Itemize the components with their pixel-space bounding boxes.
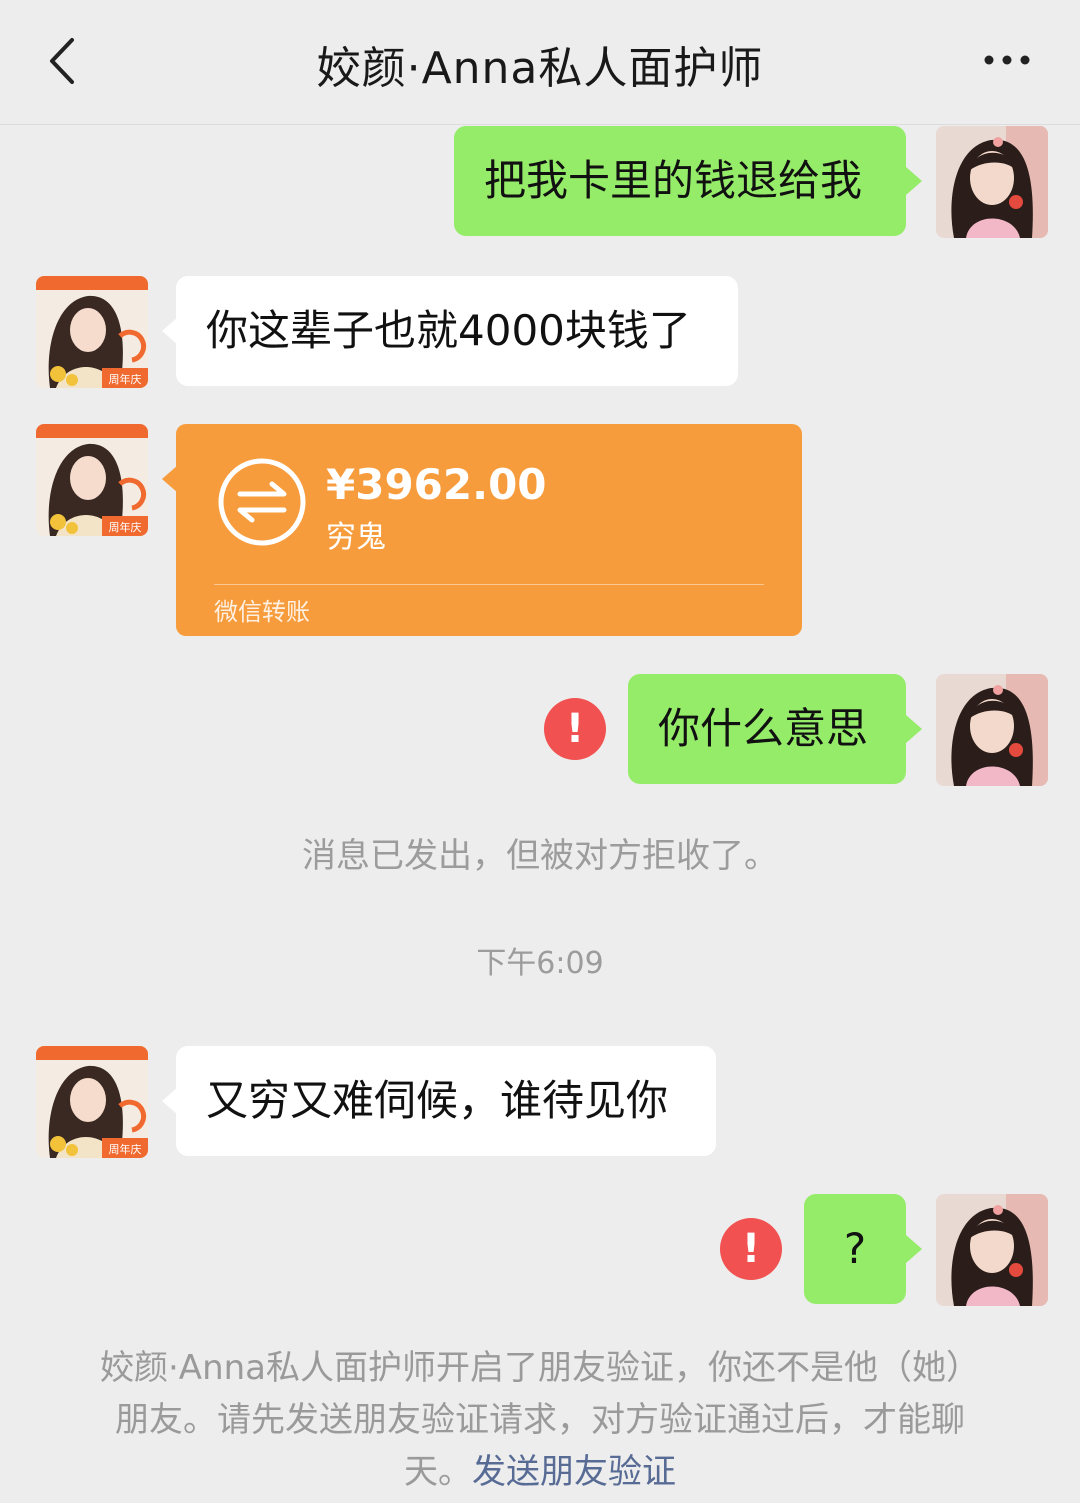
timestamp: 下午6:09 — [476, 946, 604, 981]
transfer-icon — [218, 458, 306, 546]
avatar-badge: 周年庆 — [109, 520, 142, 534]
my-message-bubble[interactable]: 把我卡里的钱退给我 — [454, 126, 906, 236]
friend-verification-notice: 姣颜·Anna私人面护师开启了朋友验证，你还不是他（她）朋友。请先发送朋友验证请… — [100, 1342, 980, 1498]
transfer-card[interactable]: ¥3962.00 穷鬼 微信转账 — [176, 424, 802, 636]
contact-avatar[interactable]: 周年庆 — [36, 1046, 148, 1158]
bubble-tail — [906, 1235, 922, 1263]
contact-message-bubble[interactable]: 你这辈子也就4000块钱了 — [176, 276, 738, 386]
send-failed-icon[interactable]: ! — [544, 698, 606, 760]
bubble-tail — [906, 715, 922, 743]
chat-header: 姣颜·Anna私人面护师 — [0, 0, 1080, 125]
self-avatar[interactable] — [936, 126, 1048, 238]
chat-title: 姣颜·Anna私人面护师 — [316, 43, 764, 94]
more-options-icon[interactable] — [982, 50, 1032, 70]
avatar-badge: 周年庆 — [109, 372, 142, 386]
self-avatar[interactable] — [936, 1194, 1048, 1306]
send-failed-icon[interactable]: ! — [720, 1218, 782, 1280]
contact-message-bubble[interactable]: 又穷又难伺候，谁待见你 — [176, 1046, 716, 1156]
send-verification-link[interactable]: 发送朋友验证 — [472, 1452, 676, 1492]
transfer-amount: ¥3962.00 — [326, 460, 547, 509]
transfer-label: 微信转账 — [214, 598, 310, 626]
bubble-tail — [906, 167, 922, 195]
rejected-notice: 消息已发出，但被对方拒收了。 — [302, 836, 778, 876]
self-avatar[interactable] — [936, 674, 1048, 786]
avatar-badge: 周年庆 — [109, 1142, 142, 1156]
my-message-bubble[interactable]: 你什么意思 — [628, 674, 906, 784]
contact-avatar[interactable]: 周年庆 — [36, 424, 148, 536]
my-message-bubble[interactable]: ? — [804, 1194, 906, 1304]
divider — [214, 584, 764, 585]
contact-avatar[interactable]: 周年庆 — [36, 276, 148, 388]
transfer-note: 穷鬼 — [326, 520, 386, 555]
